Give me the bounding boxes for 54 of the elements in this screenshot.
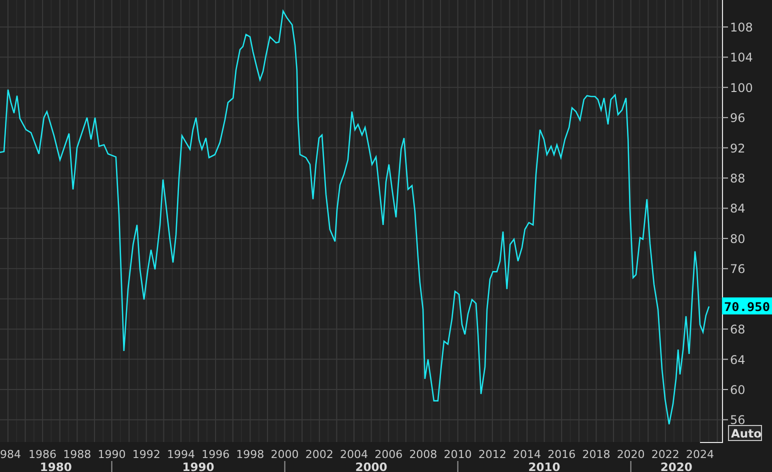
axis-label: 2014 [513,448,541,461]
axis-label: 80 [730,232,746,246]
decade-label: 2020 [660,460,692,472]
axis-label: 1996 [202,448,230,461]
axis-label: 2002 [305,448,334,461]
tick-mark [722,238,728,239]
tick-mark [722,56,728,58]
axis-label: 2020 [616,448,645,461]
axis-label: 104 [730,50,753,65]
axis-label: 92 [730,141,746,156]
decade-label: 2000 [355,460,388,472]
axis-label: 2022 [651,448,680,461]
tick-mark [722,358,728,360]
axis-label: 2018 [582,448,610,461]
axis-label: 56 [730,413,746,428]
tick-mark [722,147,728,148]
axis-label: 100 [730,80,753,95]
axis-label: 96 [730,111,746,126]
tick-mark [722,208,728,209]
last-value-label: 70.950 [722,297,772,314]
auto-button[interactable]: Auto [728,425,762,441]
axis-label: 60 [730,383,746,397]
decade-label: 2010 [528,460,560,472]
axis-label: 108 [730,20,753,34]
axis-label: 1986 [28,448,57,461]
axis-label: 2000 [270,448,299,461]
axis-label: 76 [730,262,746,276]
tick-mark [722,389,728,390]
tick-mark [722,328,728,330]
decade-label: 1990 [182,460,214,472]
axis-label: 2006 [374,448,403,461]
axis-label: 2008 [409,448,438,461]
tick-mark [722,26,728,28]
tick-mark [722,268,728,270]
axis-label: 2024 [686,448,714,461]
axis-label: 1992 [132,448,160,461]
axis-label: 2010 [444,448,472,461]
tick-mark [722,86,728,88]
axis-label: 2004 [340,448,368,461]
axis-label: 88 [730,172,746,186]
axis-label: 1990 [98,448,126,461]
axis-label: 1994 [166,448,195,461]
axis-label: 1998 [236,448,264,461]
axis-label: 1988 [63,448,92,461]
decade-label: 1980 [40,460,72,472]
axis-label: 2016 [548,448,576,461]
axis-label: 64 [730,352,746,367]
tick-mark [722,178,728,179]
axis-label: 984 [0,448,21,461]
axis-label: 68 [730,322,746,337]
axis-label: 2012 [478,448,506,461]
tick-mark [722,419,728,420]
axis-label: 84 [730,202,746,216]
tick-mark [722,117,728,118]
